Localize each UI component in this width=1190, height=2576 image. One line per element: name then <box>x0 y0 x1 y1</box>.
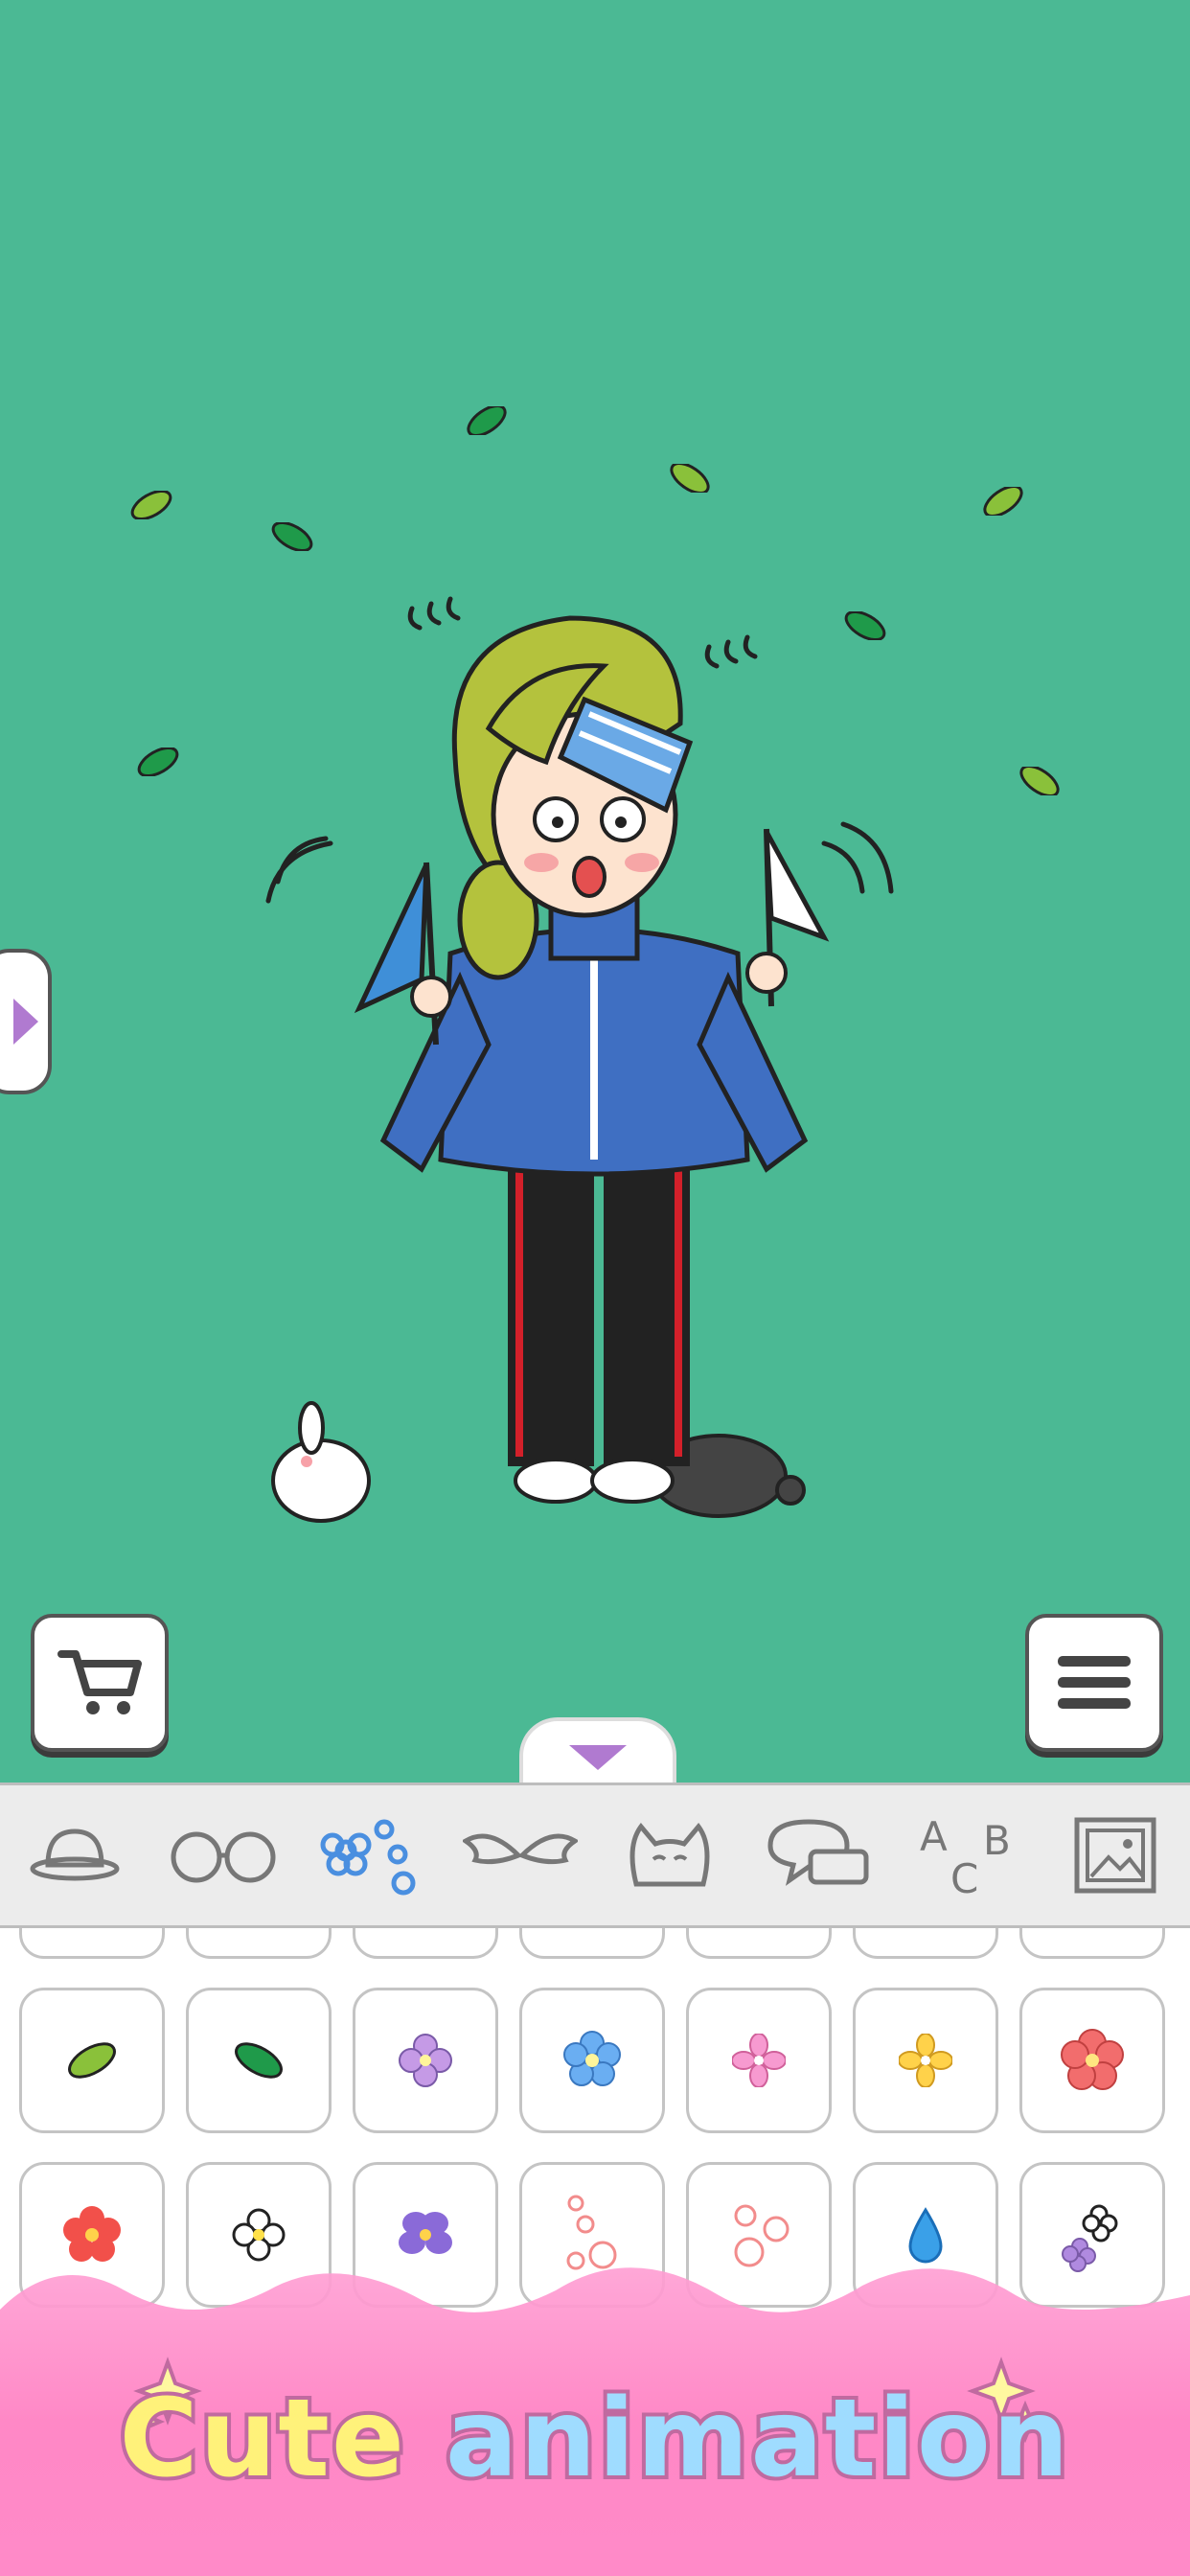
leaf-dark-green-icon <box>235 2042 283 2079</box>
tab-background[interactable] <box>1053 1803 1178 1908</box>
leaf-decoration <box>670 464 710 493</box>
item-tile[interactable] <box>519 1928 665 1959</box>
leaf-decoration <box>137 748 179 776</box>
blue-flag <box>354 862 439 1046</box>
white-rabbit <box>271 1401 371 1523</box>
wings-icon <box>463 1833 579 1865</box>
speech-bubble-icon <box>767 1819 869 1886</box>
triangle-right-icon <box>13 999 38 1045</box>
tab-text[interactable]: ACB <box>904 1803 1029 1908</box>
promo-banner-title: Cute animation <box>0 2373 1190 2505</box>
glasses-icon <box>171 1831 276 1883</box>
item-tile[interactable] <box>1019 1988 1165 2133</box>
tab-glasses[interactable] <box>161 1803 286 1908</box>
leaf-decoration <box>130 491 172 519</box>
tab-pets[interactable] <box>607 1803 732 1908</box>
cart-icon <box>57 1650 142 1714</box>
tab-hats[interactable] <box>12 1803 137 1908</box>
background-image-icon <box>1074 1817 1156 1894</box>
hamburger-menu-icon <box>1058 1656 1131 1709</box>
item-tile[interactable] <box>686 1928 832 1959</box>
tab-decorations[interactable] <box>309 1803 434 1908</box>
tab-wings[interactable] <box>458 1803 583 1908</box>
item-tile[interactable] <box>686 1988 832 2133</box>
flowers-icon <box>320 1819 416 1896</box>
cat-icon <box>629 1822 710 1887</box>
item-tile[interactable] <box>19 1988 165 2133</box>
leaf-light-green-icon <box>68 2042 116 2079</box>
side-panel-toggle[interactable] <box>0 949 52 1094</box>
item-tile[interactable] <box>853 1928 998 1959</box>
leaf-decoration <box>1019 767 1060 795</box>
banner-word-2: animation <box>442 2373 1073 2505</box>
item-tile[interactable] <box>186 1928 332 1959</box>
flower-blue-icon <box>563 2031 621 2086</box>
svg-text:C: C <box>950 1855 978 1898</box>
abc-letters-icon: ACB <box>920 1813 1011 1898</box>
leaf-decoration <box>467 406 507 435</box>
leaf-decoration <box>271 522 313 551</box>
hat-icon <box>30 1828 120 1881</box>
dressup-stage <box>0 0 1190 1782</box>
avatar-character <box>265 596 894 1523</box>
item-tile[interactable] <box>186 1988 332 2133</box>
collapse-panel-button[interactable] <box>519 1717 676 1782</box>
item-tile[interactable] <box>519 1988 665 2133</box>
category-tab-bar: ACB <box>0 1782 1190 1928</box>
leaf-decoration <box>983 487 1023 516</box>
item-tile[interactable] <box>353 1988 498 2133</box>
item-tile[interactable] <box>853 1988 998 2133</box>
svg-text:B: B <box>983 1817 1011 1864</box>
item-tile[interactable] <box>1019 1928 1165 1959</box>
flower-purple-icon <box>399 2034 452 2087</box>
triangle-down-icon <box>569 1745 627 1770</box>
item-tile[interactable] <box>19 1928 165 1959</box>
banner-word-1: Cute <box>115 2373 407 2505</box>
flower-red-icon <box>1061 2029 1124 2090</box>
item-tile[interactable] <box>353 1928 498 1959</box>
flower-pink-icon <box>732 2034 786 2087</box>
flower-yellow-icon <box>899 2034 952 2087</box>
svg-text:A: A <box>920 1813 948 1860</box>
cart-button[interactable] <box>31 1614 169 1752</box>
tab-speech[interactable] <box>756 1803 881 1908</box>
menu-button[interactable] <box>1025 1614 1163 1752</box>
